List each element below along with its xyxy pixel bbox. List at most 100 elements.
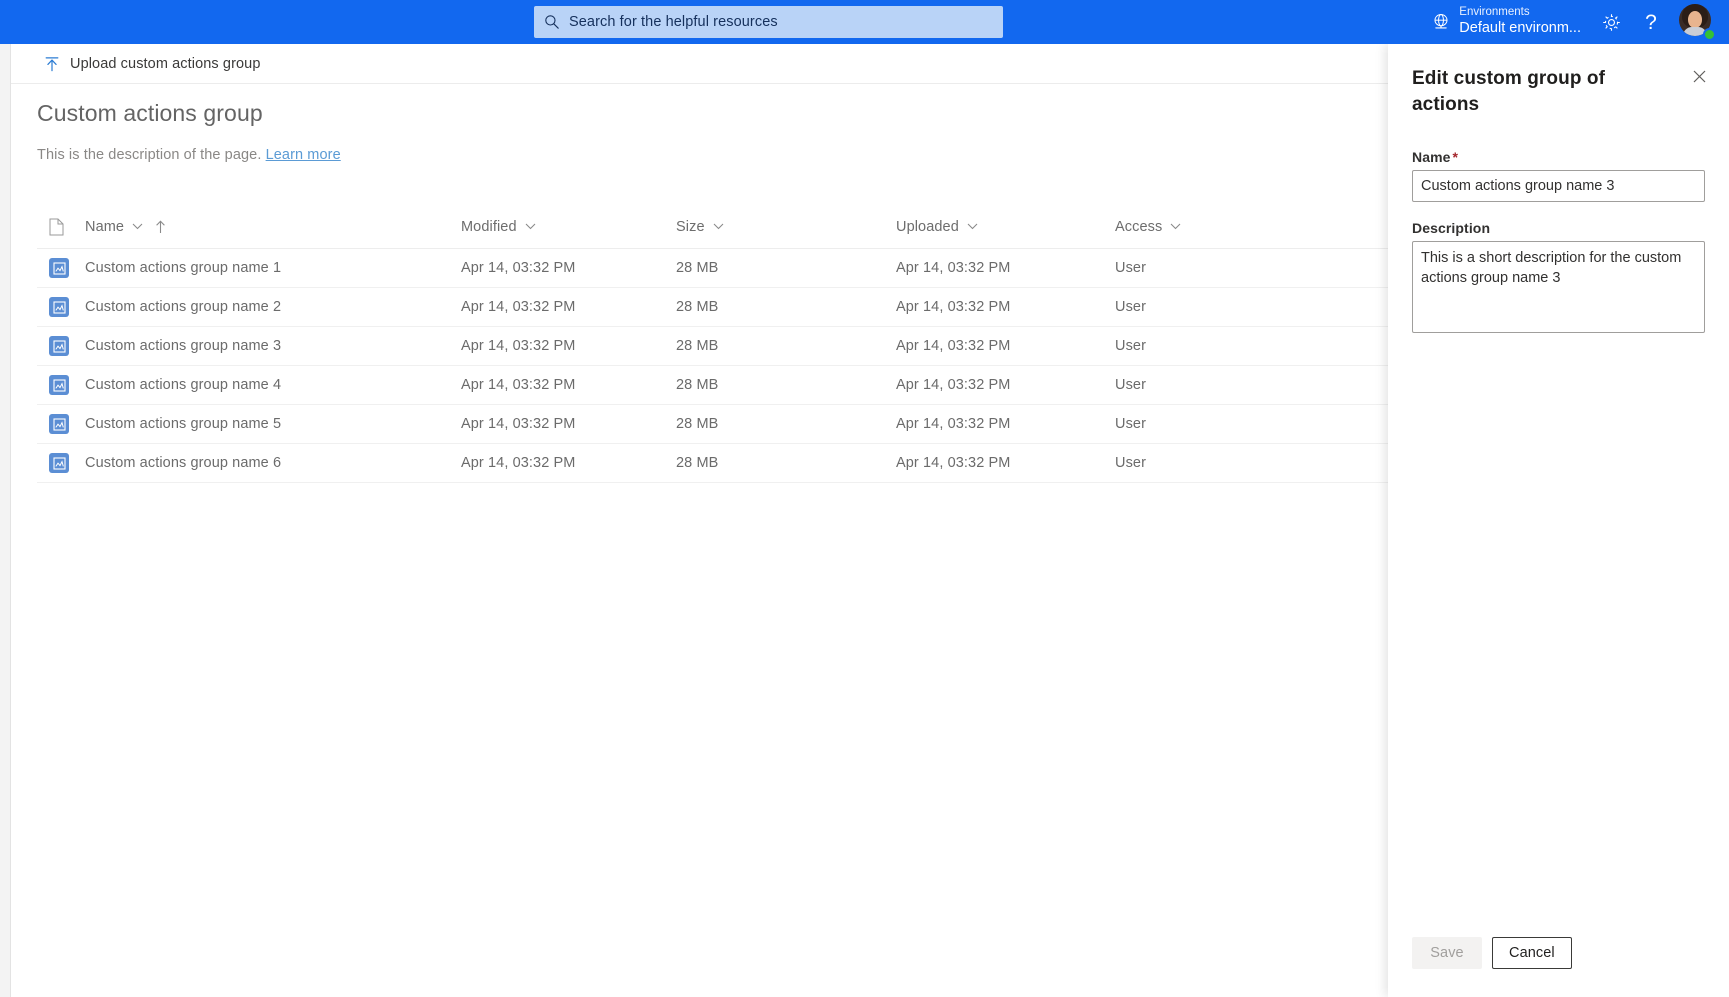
row-size: 28 MB: [676, 416, 719, 432]
account-avatar-button[interactable]: [1679, 4, 1716, 41]
row-modified: Apr 14, 03:32 PM: [461, 299, 576, 315]
close-icon: [1693, 70, 1705, 82]
page-title: Custom actions group: [37, 100, 263, 126]
chevron-down-icon: [1170, 223, 1181, 230]
row-modified: Apr 14, 03:32 PM: [461, 260, 576, 276]
custom-action-group-tile-icon: [49, 414, 69, 434]
column-header-size-label: Size: [676, 218, 705, 235]
description-field-label: Description: [1412, 220, 1491, 237]
column-header-name[interactable]: Name: [85, 219, 461, 235]
row-name: Custom actions group name 1: [85, 260, 282, 276]
column-header-name-label: Name: [85, 218, 125, 235]
required-marker: *: [1452, 149, 1459, 166]
search-icon: [545, 15, 559, 29]
row-name: Custom actions group name 6: [85, 455, 282, 471]
row-modified: Apr 14, 03:32 PM: [461, 338, 576, 354]
name-label-text: Name: [1412, 149, 1451, 166]
column-header-modified[interactable]: Modified: [461, 219, 676, 235]
upload-custom-actions-group-button[interactable]: Upload custom actions group: [38, 44, 267, 84]
row-uploaded: Apr 14, 03:32 PM: [896, 338, 1011, 354]
row-access: User: [1115, 338, 1147, 354]
save-button[interactable]: Save: [1412, 937, 1482, 969]
description-textarea[interactable]: [1412, 241, 1705, 334]
upload-icon: [45, 56, 59, 71]
row-access: User: [1115, 299, 1147, 315]
page-description-text: This is the description of the page.: [37, 147, 262, 163]
settings-button[interactable]: [1591, 0, 1631, 44]
custom-action-group-tile-icon: [49, 258, 69, 278]
page-description: This is the description of the page. Lea…: [37, 147, 341, 163]
row-access: User: [1115, 260, 1147, 276]
row-icon-cell: [37, 258, 85, 278]
panel-close-button[interactable]: [1683, 60, 1715, 92]
name-field-block: Name *: [1412, 149, 1705, 203]
chevron-down-icon: [967, 223, 978, 230]
suite-actions: Environments Default environm... ?: [1421, 0, 1721, 44]
row-uploaded: Apr 14, 03:32 PM: [896, 377, 1011, 393]
custom-action-group-tile-icon: [49, 297, 69, 317]
row-name: Custom actions group name 4: [85, 377, 282, 393]
name-field-label: Name *: [1412, 149, 1705, 165]
gear-icon: [1602, 13, 1620, 31]
row-uploaded: Apr 14, 03:32 PM: [896, 455, 1011, 471]
arrow-up-icon: [156, 220, 165, 233]
environment-picker[interactable]: Environments Default environm...: [1421, 0, 1591, 44]
help-button[interactable]: ?: [1631, 0, 1671, 44]
column-header-modified-label: Modified: [461, 218, 517, 235]
presence-available-icon: [1703, 28, 1716, 41]
globe-environment-icon: [1434, 14, 1448, 29]
row-name: Custom actions group name 3: [85, 338, 282, 354]
row-modified: Apr 14, 03:32 PM: [461, 416, 576, 432]
environment-value: Default environm...: [1459, 20, 1581, 37]
row-name: Custom actions group name 5: [85, 416, 282, 432]
learn-more-link[interactable]: Learn more: [266, 147, 341, 163]
row-icon-cell: [37, 453, 85, 473]
row-uploaded: Apr 14, 03:32 PM: [896, 260, 1011, 276]
column-header-uploaded[interactable]: Uploaded: [896, 219, 1115, 235]
chevron-down-icon: [713, 223, 723, 230]
panel-header: Edit custom group of actions: [1388, 44, 1729, 117]
row-access: User: [1115, 416, 1147, 432]
name-input[interactable]: [1412, 170, 1705, 203]
column-header-access[interactable]: Access: [1115, 219, 1315, 235]
row-access: User: [1115, 455, 1147, 471]
column-header-file-type[interactable]: [37, 218, 85, 236]
global-search-box[interactable]: Search for the helpful resources: [534, 6, 1003, 38]
file-type-icon: [49, 218, 64, 235]
suite-header-bar: Search for the helpful resources Environ…: [0, 0, 1729, 44]
row-icon-cell: [37, 336, 85, 356]
custom-action-group-tile-icon: [49, 375, 69, 395]
column-header-size[interactable]: Size: [676, 219, 896, 235]
row-icon-cell: [37, 375, 85, 395]
chevron-down-icon: [525, 223, 535, 230]
left-rail: [0, 44, 11, 997]
panel-footer: Save Cancel: [1388, 937, 1729, 997]
row-size: 28 MB: [676, 338, 719, 354]
edit-custom-group-panel: Edit custom group of actions Name* Descr…: [1388, 44, 1729, 997]
cancel-button[interactable]: Cancel: [1492, 937, 1572, 969]
row-size: 28 MB: [676, 299, 719, 315]
panel-title: Edit custom group of actions: [1412, 68, 1606, 115]
row-access: User: [1115, 377, 1147, 393]
global-search-placeholder: Search for the helpful resources: [569, 14, 778, 30]
row-uploaded: Apr 14, 03:32 PM: [896, 299, 1011, 315]
environment-label: Environments: [1459, 6, 1530, 19]
row-modified: Apr 14, 03:32 PM: [461, 377, 576, 393]
row-size: 28 MB: [676, 377, 719, 393]
upload-button-label: Upload custom actions group: [70, 55, 261, 72]
panel-form: Name* Description: [1388, 149, 1729, 338]
row-uploaded: Apr 14, 03:32 PM: [896, 416, 1011, 432]
column-header-uploaded-label: Uploaded: [896, 218, 959, 235]
description-field-block: Description: [1412, 220, 1705, 338]
row-name: Custom actions group name 2: [85, 299, 282, 315]
custom-action-group-tile-icon: [49, 453, 69, 473]
row-icon-cell: [37, 414, 85, 434]
question-mark-icon: ?: [1645, 10, 1657, 34]
row-size: 28 MB: [676, 260, 719, 276]
row-icon-cell: [37, 297, 85, 317]
row-modified: Apr 14, 03:32 PM: [461, 455, 576, 471]
row-size: 28 MB: [676, 455, 719, 471]
column-header-access-label: Access: [1115, 218, 1163, 235]
chevron-down-icon: [132, 223, 143, 230]
custom-action-group-tile-icon: [49, 336, 69, 356]
